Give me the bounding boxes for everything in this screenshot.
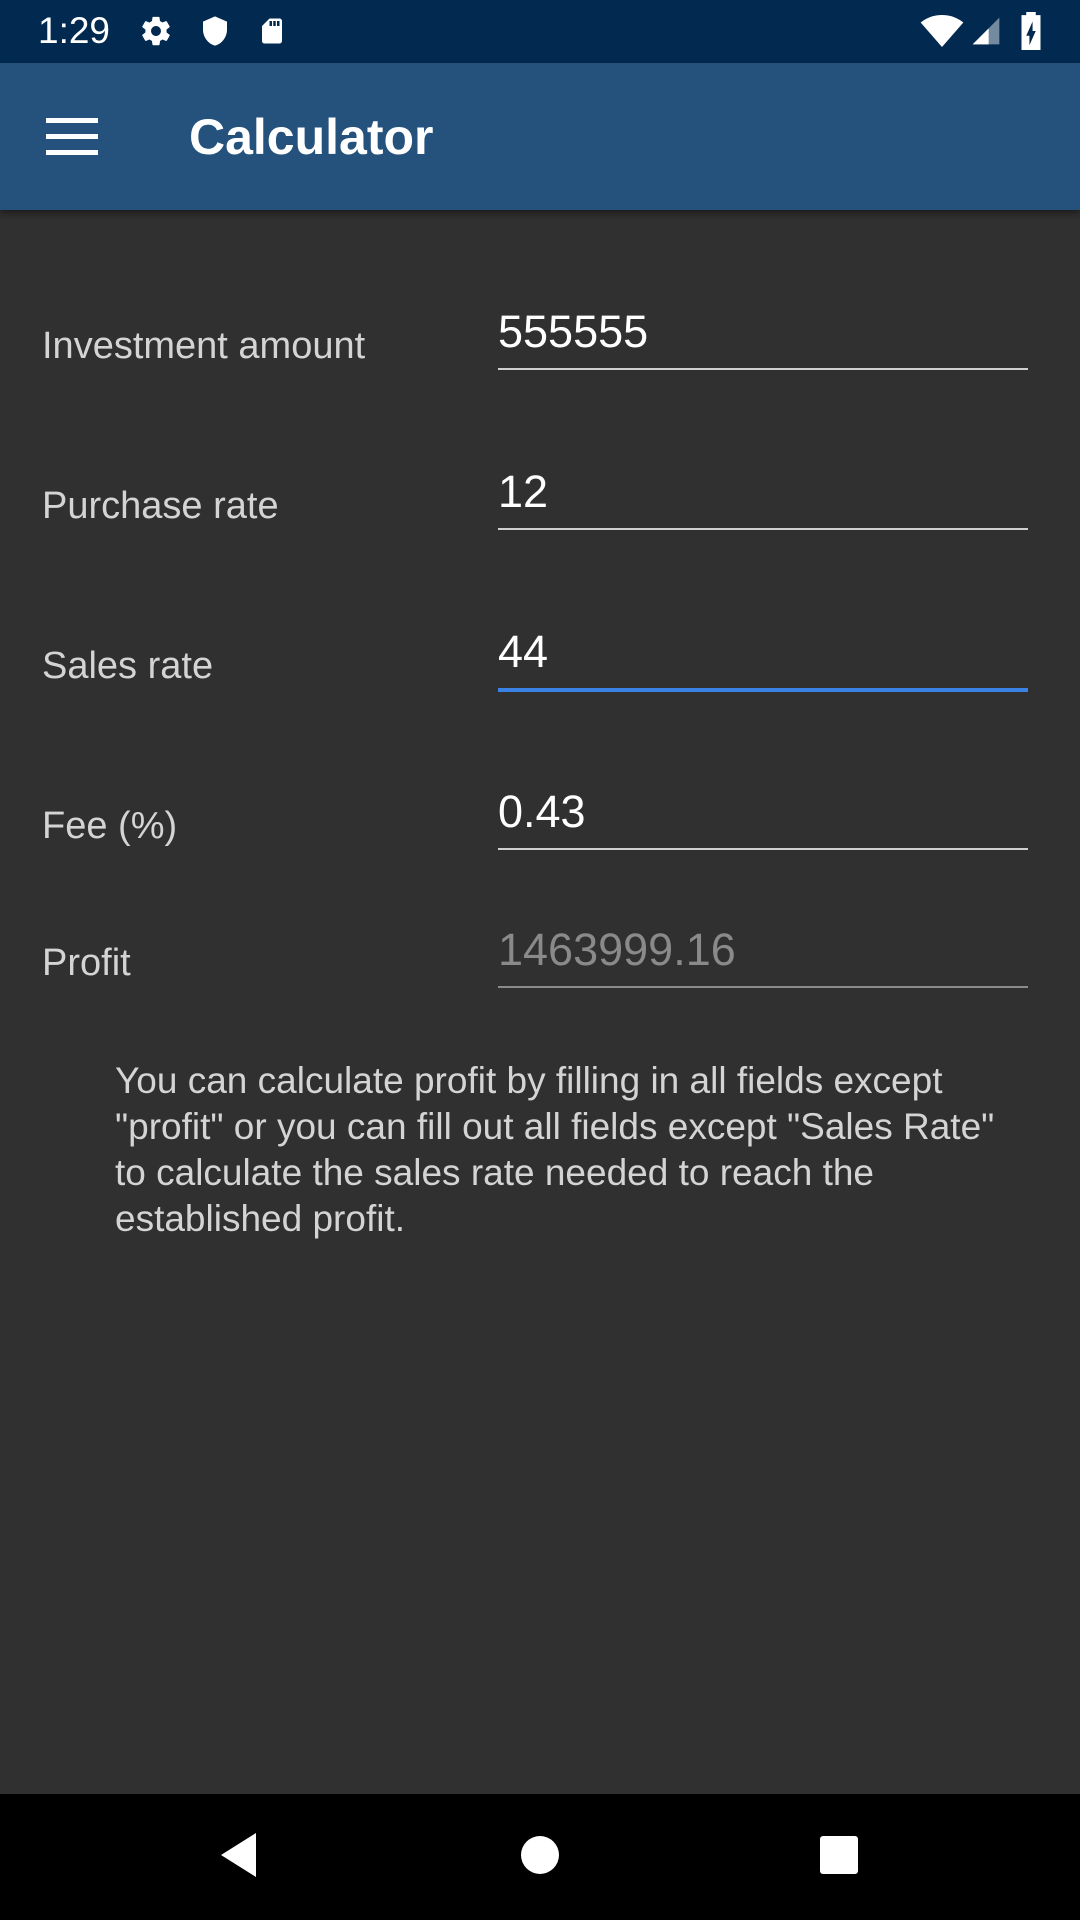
gear-icon [142, 16, 170, 46]
sd-card-icon [262, 18, 282, 44]
purchase-rate-input[interactable]: 12 [498, 466, 1028, 530]
wifi-icon [920, 15, 964, 47]
shield-icon [203, 16, 227, 46]
investment-label: Investment amount [42, 325, 366, 367]
profit-input[interactable]: 1463999.16 [498, 924, 1028, 988]
sales-rate-label: Sales rate [42, 645, 214, 687]
fee-input[interactable]: 0.43 [498, 786, 1028, 850]
recents-icon[interactable] [816, 1830, 862, 1880]
app-title: Calculator [189, 109, 434, 165]
home-icon[interactable] [518, 1830, 562, 1880]
app-bar: Calculator [0, 63, 1080, 210]
status-bar: 1:29 [0, 0, 1080, 63]
profit-label: Profit [42, 942, 131, 984]
hamburger-menu-icon[interactable] [46, 118, 98, 156]
purchase-rate-label: Purchase rate [42, 485, 279, 527]
back-icon[interactable] [216, 1830, 262, 1880]
status-time: 1:29 [38, 10, 111, 51]
sales-rate-input[interactable]: 44 [498, 626, 1028, 692]
fee-label: Fee (%) [42, 805, 178, 847]
investment-input[interactable]: 555555 [498, 306, 1028, 370]
battery-charging-icon [1021, 12, 1041, 50]
help-text: You can calculate profit by filling in a… [115, 1060, 995, 1239]
navigation-bar [0, 1794, 1080, 1920]
signal-icon [972, 17, 1000, 45]
